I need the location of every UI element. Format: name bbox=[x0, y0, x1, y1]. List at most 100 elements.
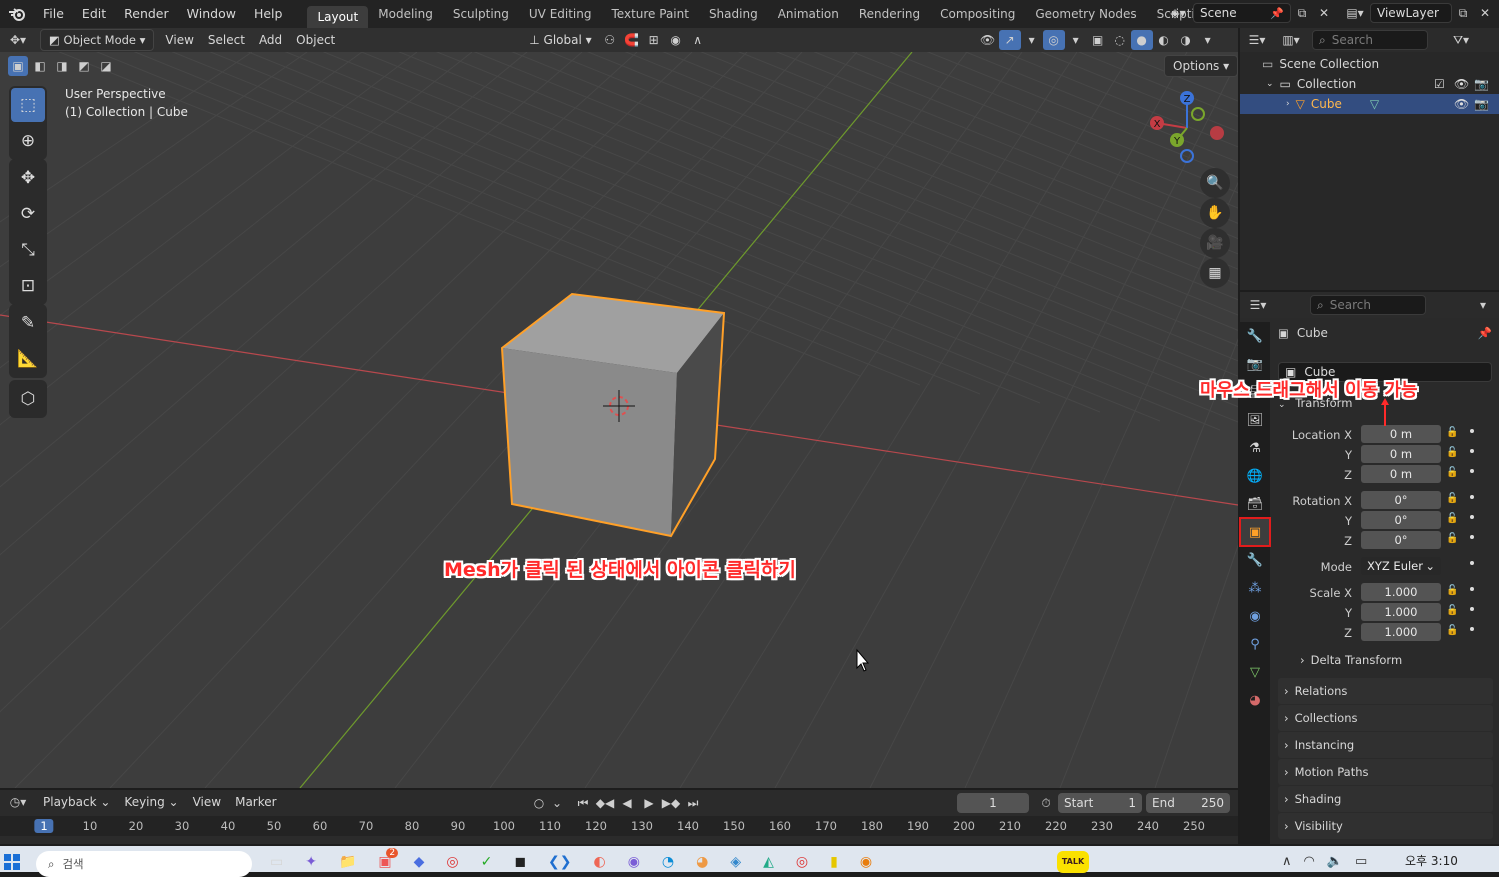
keyframe-dot-icon[interactable] bbox=[1470, 495, 1474, 499]
end-frame-field[interactable]: End 250 bbox=[1146, 793, 1230, 813]
rotation-mode-dropdown[interactable]: XYZ Euler ⌄ bbox=[1361, 557, 1441, 575]
scene-field[interactable]: Scene 📌 bbox=[1193, 3, 1291, 23]
proportional-edit-icon[interactable]: ◉ bbox=[665, 30, 687, 50]
pin-properties-icon[interactable]: 📌 bbox=[1478, 326, 1492, 340]
collapse-arrow-icon[interactable]: ⌄ bbox=[1266, 79, 1274, 89]
app-icon[interactable]: ✓ bbox=[481, 854, 493, 870]
editor-type-icon[interactable]: ✥▾ bbox=[0, 30, 36, 50]
jump-end-icon[interactable]: ⏭ bbox=[682, 793, 704, 813]
lock-icon[interactable]: 🔓 bbox=[1446, 625, 1458, 636]
measure-tool-icon[interactable]: 📐 bbox=[11, 342, 45, 376]
visibility-icon[interactable]: 👁 bbox=[977, 30, 999, 50]
select-subtract-icon[interactable]: ◨ bbox=[52, 56, 72, 76]
render-tab-icon[interactable]: 📷 bbox=[1240, 350, 1270, 378]
outliner-scene-collection[interactable]: ▭ Scene Collection bbox=[1240, 54, 1499, 74]
lock-icon[interactable]: 🔓 bbox=[1446, 493, 1458, 504]
properties-options-icon[interactable]: ▾ bbox=[1472, 295, 1494, 315]
menu-timeline-view[interactable]: View bbox=[186, 790, 228, 814]
scale-x-field[interactable]: 1.000 bbox=[1361, 583, 1441, 601]
menu-view[interactable]: View bbox=[158, 28, 200, 52]
orientation-dropdown[interactable]: ⊥ Global ▾ bbox=[522, 28, 598, 52]
filter-icon[interactable]: ⛛▾ bbox=[1450, 30, 1472, 50]
tab-animation[interactable]: Animation bbox=[768, 0, 849, 28]
lock-icon[interactable]: 🔓 bbox=[1446, 533, 1458, 544]
keyframe-dot-icon[interactable] bbox=[1470, 561, 1474, 565]
play-icon[interactable]: ▶ bbox=[638, 793, 660, 813]
prev-keyframe-icon[interactable]: ◆◀ bbox=[594, 793, 616, 813]
menu-playback[interactable]: Playback ⌄ bbox=[36, 790, 117, 814]
app-icon[interactable]: ◉ bbox=[628, 854, 640, 870]
select-box-tool-icon[interactable]: ⬚ bbox=[11, 88, 45, 122]
shading-wireframe-icon[interactable]: ◌ bbox=[1109, 30, 1131, 50]
app-icon[interactable]: ◼ bbox=[514, 854, 526, 870]
camera-view-icon[interactable]: 🎥 bbox=[1200, 228, 1230, 258]
xray-icon[interactable]: ▣ bbox=[1087, 30, 1109, 50]
keyframe-dot-icon[interactable] bbox=[1470, 587, 1474, 591]
add-cube-tool-icon[interactable]: ⬡ bbox=[11, 382, 45, 416]
expand-arrow-icon[interactable]: › bbox=[1286, 99, 1290, 109]
lock-icon[interactable]: 🔓 bbox=[1446, 585, 1458, 596]
menu-render[interactable]: Render bbox=[115, 0, 178, 28]
keyframe-dot-icon[interactable] bbox=[1470, 515, 1474, 519]
menu-window[interactable]: Window bbox=[178, 0, 245, 28]
shading-dropdown-icon[interactable]: ▾ bbox=[1197, 30, 1219, 50]
menu-file[interactable]: File bbox=[34, 0, 73, 28]
location-y-field[interactable]: 0 m bbox=[1361, 445, 1441, 463]
rotation-y-field[interactable]: 0° bbox=[1361, 511, 1441, 529]
taskbar-search-input[interactable]: ⌕ 검색 bbox=[36, 851, 252, 877]
task-view-icon[interactable]: ▭ bbox=[270, 854, 283, 870]
keyframe-dot-icon[interactable] bbox=[1470, 535, 1474, 539]
cube-render-camera-icon[interactable]: 📷 bbox=[1474, 97, 1489, 111]
select-intersect-icon[interactable]: ◪ bbox=[96, 56, 116, 76]
next-keyframe-icon[interactable]: ▶◆ bbox=[660, 793, 682, 813]
app-icon[interactable]: ▮ bbox=[830, 854, 838, 870]
rotation-z-field[interactable]: 0° bbox=[1361, 531, 1441, 549]
file-explorer-icon[interactable]: 📁 bbox=[339, 854, 356, 870]
wifi-icon[interactable]: ◠ bbox=[1304, 854, 1315, 869]
chrome-icon[interactable]: ◎ bbox=[796, 854, 808, 870]
falloff-icon[interactable]: ∧ bbox=[687, 30, 709, 50]
shading-rendered-icon[interactable]: ◑ bbox=[1175, 30, 1197, 50]
menu-help[interactable]: Help bbox=[245, 0, 292, 28]
tab-sculpting[interactable]: Sculpting bbox=[443, 0, 519, 28]
tab-texture-paint[interactable]: Texture Paint bbox=[602, 0, 699, 28]
scale-tool-icon[interactable]: ⤡ bbox=[11, 233, 45, 267]
lock-icon[interactable]: 🔓 bbox=[1446, 467, 1458, 478]
tab-modeling[interactable]: Modeling bbox=[368, 0, 443, 28]
record-dropdown-icon[interactable]: ⌄ bbox=[550, 793, 564, 813]
gizmo-toggle-icon[interactable]: ↗ bbox=[998, 30, 1021, 50]
motion-paths-panel-header[interactable]: › Motion Paths bbox=[1278, 759, 1493, 785]
view-layer-field[interactable]: ViewLayer bbox=[1370, 3, 1452, 23]
navigation-gizmo[interactable]: X Z Y bbox=[1145, 88, 1230, 168]
properties-search-input[interactable]: ⌕ Search bbox=[1310, 295, 1426, 315]
annotate-tool-icon[interactable]: ✎ bbox=[11, 306, 45, 340]
delete-view-layer-icon[interactable]: ✕ bbox=[1474, 3, 1496, 23]
firefox-icon[interactable]: ◕ bbox=[696, 854, 708, 870]
outliner-cube[interactable]: › ▽ Cube ▽ 👁 📷 bbox=[1240, 94, 1499, 114]
pivot-icon[interactable]: ⚇ bbox=[599, 30, 621, 50]
menu-edit[interactable]: Edit bbox=[73, 0, 115, 28]
outliner-editor-icon[interactable]: ☰▾ bbox=[1240, 30, 1274, 50]
shading-panel-header[interactable]: › Shading bbox=[1278, 786, 1493, 812]
outliner-search-input[interactable]: ⌕ Search bbox=[1312, 30, 1428, 50]
scene-selector-icon[interactable]: ◈▾ bbox=[1163, 3, 1193, 23]
clock[interactable]: 오후 3:10 bbox=[1405, 852, 1458, 869]
properties-editor-icon[interactable]: ☰▾ bbox=[1240, 295, 1276, 315]
tab-rendering[interactable]: Rendering bbox=[849, 0, 930, 28]
volume-icon[interactable]: 🔈 bbox=[1327, 854, 1343, 869]
pan-hand-icon[interactable]: ✋ bbox=[1200, 198, 1230, 228]
hide-eye-icon[interactable]: 👁 bbox=[1454, 77, 1469, 91]
keyframe-dot-icon[interactable] bbox=[1470, 607, 1474, 611]
current-frame-field[interactable]: 1 bbox=[957, 793, 1029, 813]
ortho-toggle-icon[interactable]: ▦ bbox=[1200, 258, 1230, 288]
menu-marker[interactable]: Marker bbox=[228, 790, 283, 814]
menu-select[interactable]: Select bbox=[201, 28, 252, 52]
copilot-icon[interactable]: ✦ bbox=[305, 854, 317, 870]
new-scene-icon[interactable]: ⧉ bbox=[1291, 3, 1313, 23]
chrome-icon[interactable]: ◎ bbox=[446, 854, 458, 870]
shading-material-icon[interactable]: ◐ bbox=[1153, 30, 1175, 50]
lock-icon[interactable]: 🔓 bbox=[1446, 427, 1458, 438]
rotation-x-field[interactable]: 0° bbox=[1361, 491, 1441, 509]
transform-tool-icon[interactable]: ⊡ bbox=[11, 269, 45, 303]
delta-transform-header[interactable]: › Delta Transform bbox=[1240, 653, 1499, 673]
